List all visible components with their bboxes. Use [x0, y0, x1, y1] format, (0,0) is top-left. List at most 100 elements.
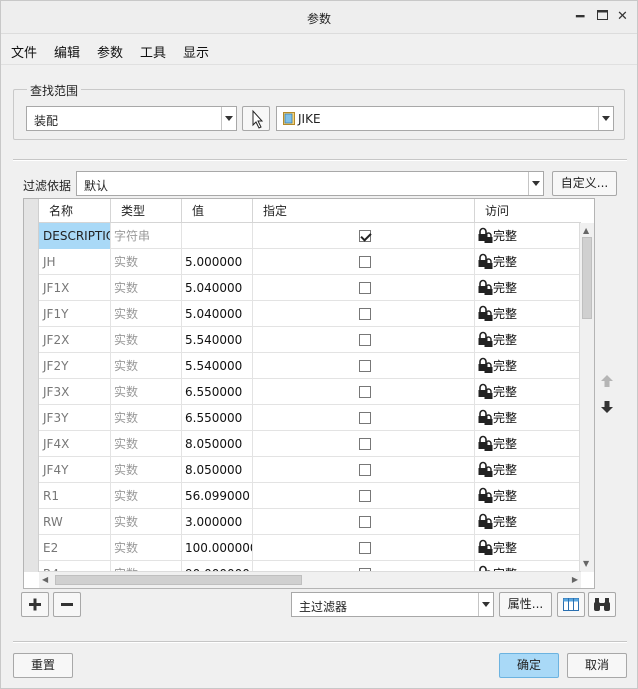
designated-checkbox[interactable]	[359, 308, 371, 320]
cell-name[interactable]: R1	[39, 483, 111, 509]
designated-checkbox[interactable]	[359, 516, 371, 528]
table-row[interactable]: JF3X 实数 6.550000 完整	[39, 379, 581, 405]
horizontal-scroll-thumb[interactable]	[55, 575, 302, 585]
ok-button[interactable]: 确定	[499, 653, 559, 678]
remove-parameter-button[interactable]	[53, 592, 81, 617]
filter-select[interactable]: 默认	[76, 171, 544, 196]
cell-name[interactable]: RW	[39, 509, 111, 535]
cell-name[interactable]: JF3Y	[39, 405, 111, 431]
scroll-right-icon[interactable]: ▶	[572, 576, 578, 584]
properties-button[interactable]: 属性...	[499, 592, 552, 617]
table-columns-button[interactable]	[557, 592, 585, 617]
designated-checkbox[interactable]	[359, 438, 371, 450]
designated-checkbox[interactable]	[359, 464, 371, 476]
cell-type[interactable]: 实数	[111, 483, 182, 509]
cell-value[interactable]: 6.550000	[182, 379, 253, 405]
cell-value[interactable]: 100.000000	[182, 535, 253, 561]
table-row[interactable]: JF1Y 实数 5.040000 完整	[39, 301, 581, 327]
cell-value[interactable]: 5.540000	[182, 353, 253, 379]
cell-access[interactable]: 完整	[475, 509, 581, 535]
table-row[interactable]: DESCRIPTIO 字符串 完整	[39, 223, 581, 249]
cell-value[interactable]: 3.000000	[182, 509, 253, 535]
designated-checkbox[interactable]	[359, 334, 371, 346]
cell-access[interactable]: 完整	[475, 379, 581, 405]
horizontal-scrollbar[interactable]: ◀ ▶	[39, 571, 581, 588]
cell-type[interactable]: 实数	[111, 275, 182, 301]
chevron-down-icon[interactable]	[221, 107, 236, 130]
table-row[interactable]: JF2Y 实数 5.540000 完整	[39, 353, 581, 379]
table-row[interactable]: JF3Y 实数 6.550000 完整	[39, 405, 581, 431]
designated-checkbox[interactable]	[359, 282, 371, 294]
column-header-name[interactable]: 名称	[39, 199, 111, 223]
menu-display[interactable]: 显示	[183, 42, 209, 61]
designated-checkbox[interactable]	[359, 230, 371, 242]
cell-type[interactable]: 实数	[111, 249, 182, 275]
cell-name[interactable]: JF3X	[39, 379, 111, 405]
move-down-icon[interactable]	[600, 400, 614, 417]
maximize-icon[interactable]	[597, 8, 608, 24]
menu-parameters[interactable]: 参数	[97, 42, 123, 61]
cell-access[interactable]: 完整	[475, 405, 581, 431]
table-row[interactable]: JF1X 实数 5.040000 完整	[39, 275, 581, 301]
minimize-icon[interactable]: ━	[576, 9, 584, 25]
customize-button[interactable]: 自定义...	[552, 171, 617, 196]
cell-access[interactable]: 完整	[475, 223, 581, 249]
chevron-down-icon[interactable]	[478, 593, 493, 616]
cell-name[interactable]: JF1X	[39, 275, 111, 301]
column-header-type[interactable]: 类型	[111, 199, 182, 223]
cell-value[interactable]: 5.000000	[182, 249, 253, 275]
close-icon[interactable]: ✕	[617, 9, 628, 25]
cell-value[interactable]: 5.040000	[182, 275, 253, 301]
cell-name[interactable]: JF2X	[39, 327, 111, 353]
column-header-value[interactable]: 值	[182, 199, 253, 223]
move-up-icon[interactable]	[600, 374, 614, 391]
cell-value[interactable]: 6.550000	[182, 405, 253, 431]
cell-type[interactable]: 实数	[111, 509, 182, 535]
column-header-designated[interactable]: 指定	[253, 199, 475, 223]
cell-type[interactable]: 实数	[111, 301, 182, 327]
chevron-down-icon[interactable]	[598, 107, 613, 130]
find-button[interactable]	[588, 592, 616, 617]
designated-checkbox[interactable]	[359, 256, 371, 268]
menu-file[interactable]: 文件	[11, 42, 37, 61]
cell-value[interactable]: 8.050000	[182, 457, 253, 483]
cell-access[interactable]: 完整	[475, 327, 581, 353]
cell-name[interactable]: JF1Y	[39, 301, 111, 327]
cell-type[interactable]: 实数	[111, 431, 182, 457]
cell-type[interactable]: 实数	[111, 457, 182, 483]
table-row[interactable]: JH 实数 5.000000 完整	[39, 249, 581, 275]
cell-type[interactable]: 实数	[111, 327, 182, 353]
table-row[interactable]: JF4X 实数 8.050000 完整	[39, 431, 581, 457]
table-row[interactable]: JF2X 实数 5.540000 完整	[39, 327, 581, 353]
cell-name[interactable]: JF4Y	[39, 457, 111, 483]
menu-edit[interactable]: 编辑	[54, 42, 80, 61]
menu-tools[interactable]: 工具	[140, 42, 166, 61]
designated-checkbox[interactable]	[359, 490, 371, 502]
designated-checkbox[interactable]	[359, 360, 371, 372]
cell-type[interactable]: 实数	[111, 353, 182, 379]
table-row[interactable]: R1 实数 56.099000 完整	[39, 483, 581, 509]
cell-name[interactable]: JF2Y	[39, 353, 111, 379]
cancel-button[interactable]: 取消	[567, 653, 627, 678]
cell-name[interactable]: JF4X	[39, 431, 111, 457]
chevron-down-icon[interactable]	[528, 172, 543, 195]
cell-type[interactable]: 实数	[111, 535, 182, 561]
cell-access[interactable]: 完整	[475, 457, 581, 483]
table-row[interactable]: RW 实数 3.000000 完整	[39, 509, 581, 535]
table-row[interactable]: JF4Y 实数 8.050000 完整	[39, 457, 581, 483]
cell-type[interactable]: 实数	[111, 379, 182, 405]
cell-type[interactable]: 实数	[111, 405, 182, 431]
select-model-button[interactable]	[242, 106, 270, 131]
scroll-left-icon[interactable]: ◀	[42, 576, 48, 584]
cell-name[interactable]: JH	[39, 249, 111, 275]
scroll-up-icon[interactable]: ▲	[583, 227, 589, 235]
cell-value[interactable]: 56.099000	[182, 483, 253, 509]
main-filter-select[interactable]: 主过滤器	[291, 592, 494, 617]
cell-type[interactable]: 字符串	[111, 223, 182, 249]
cell-access[interactable]: 完整	[475, 249, 581, 275]
scope-model-select[interactable]: JIKE	[276, 106, 614, 131]
cell-name[interactable]: DESCRIPTIO	[39, 223, 111, 249]
scroll-down-icon[interactable]: ▼	[583, 560, 589, 568]
column-header-access[interactable]: 访问	[475, 199, 581, 223]
cell-value[interactable]: 5.040000	[182, 301, 253, 327]
